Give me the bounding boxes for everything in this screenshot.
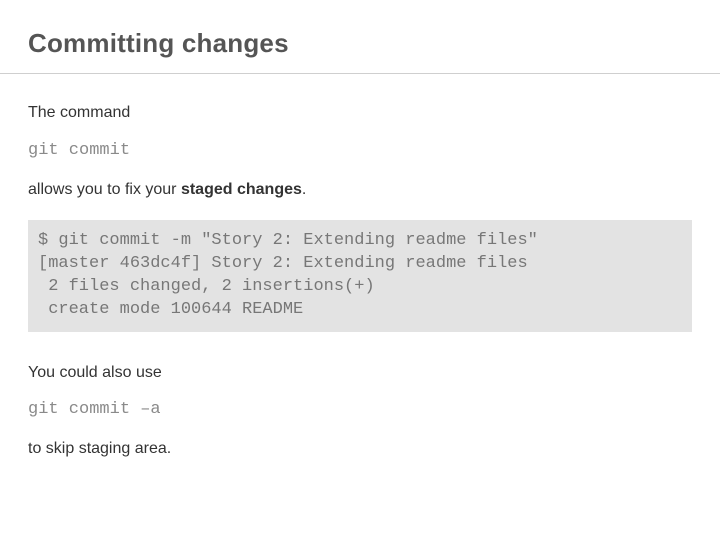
intro-line-2: allows you to fix your staged changes.: [28, 179, 692, 201]
terminal-output: $ git commit -m "Story 2: Extending read…: [28, 220, 692, 332]
command-commit: git commit: [28, 140, 692, 163]
page-title: Committing changes: [28, 28, 692, 59]
intro-line-1: The command: [28, 102, 692, 124]
also-line-1: You could also use: [28, 362, 692, 384]
divider: [0, 73, 720, 74]
intro-line-2-strong: staged changes: [181, 181, 302, 198]
intro-line-2-pre: allows you to fix your: [28, 181, 181, 198]
code-line-3: 2 files changed, 2 insertions(+): [38, 277, 375, 296]
slide: Committing changes The command git commi…: [0, 0, 720, 540]
intro-line-2-post: .: [302, 181, 306, 198]
code-line-4: create mode 100644 README: [38, 300, 303, 319]
also-line-2: to skip staging area.: [28, 438, 692, 460]
command-commit-a: git commit –a: [28, 399, 692, 422]
code-line-2: [master 463dc4f] Story 2: Extending read…: [38, 254, 528, 273]
code-line-1: $ git commit -m "Story 2: Extending read…: [38, 231, 538, 250]
